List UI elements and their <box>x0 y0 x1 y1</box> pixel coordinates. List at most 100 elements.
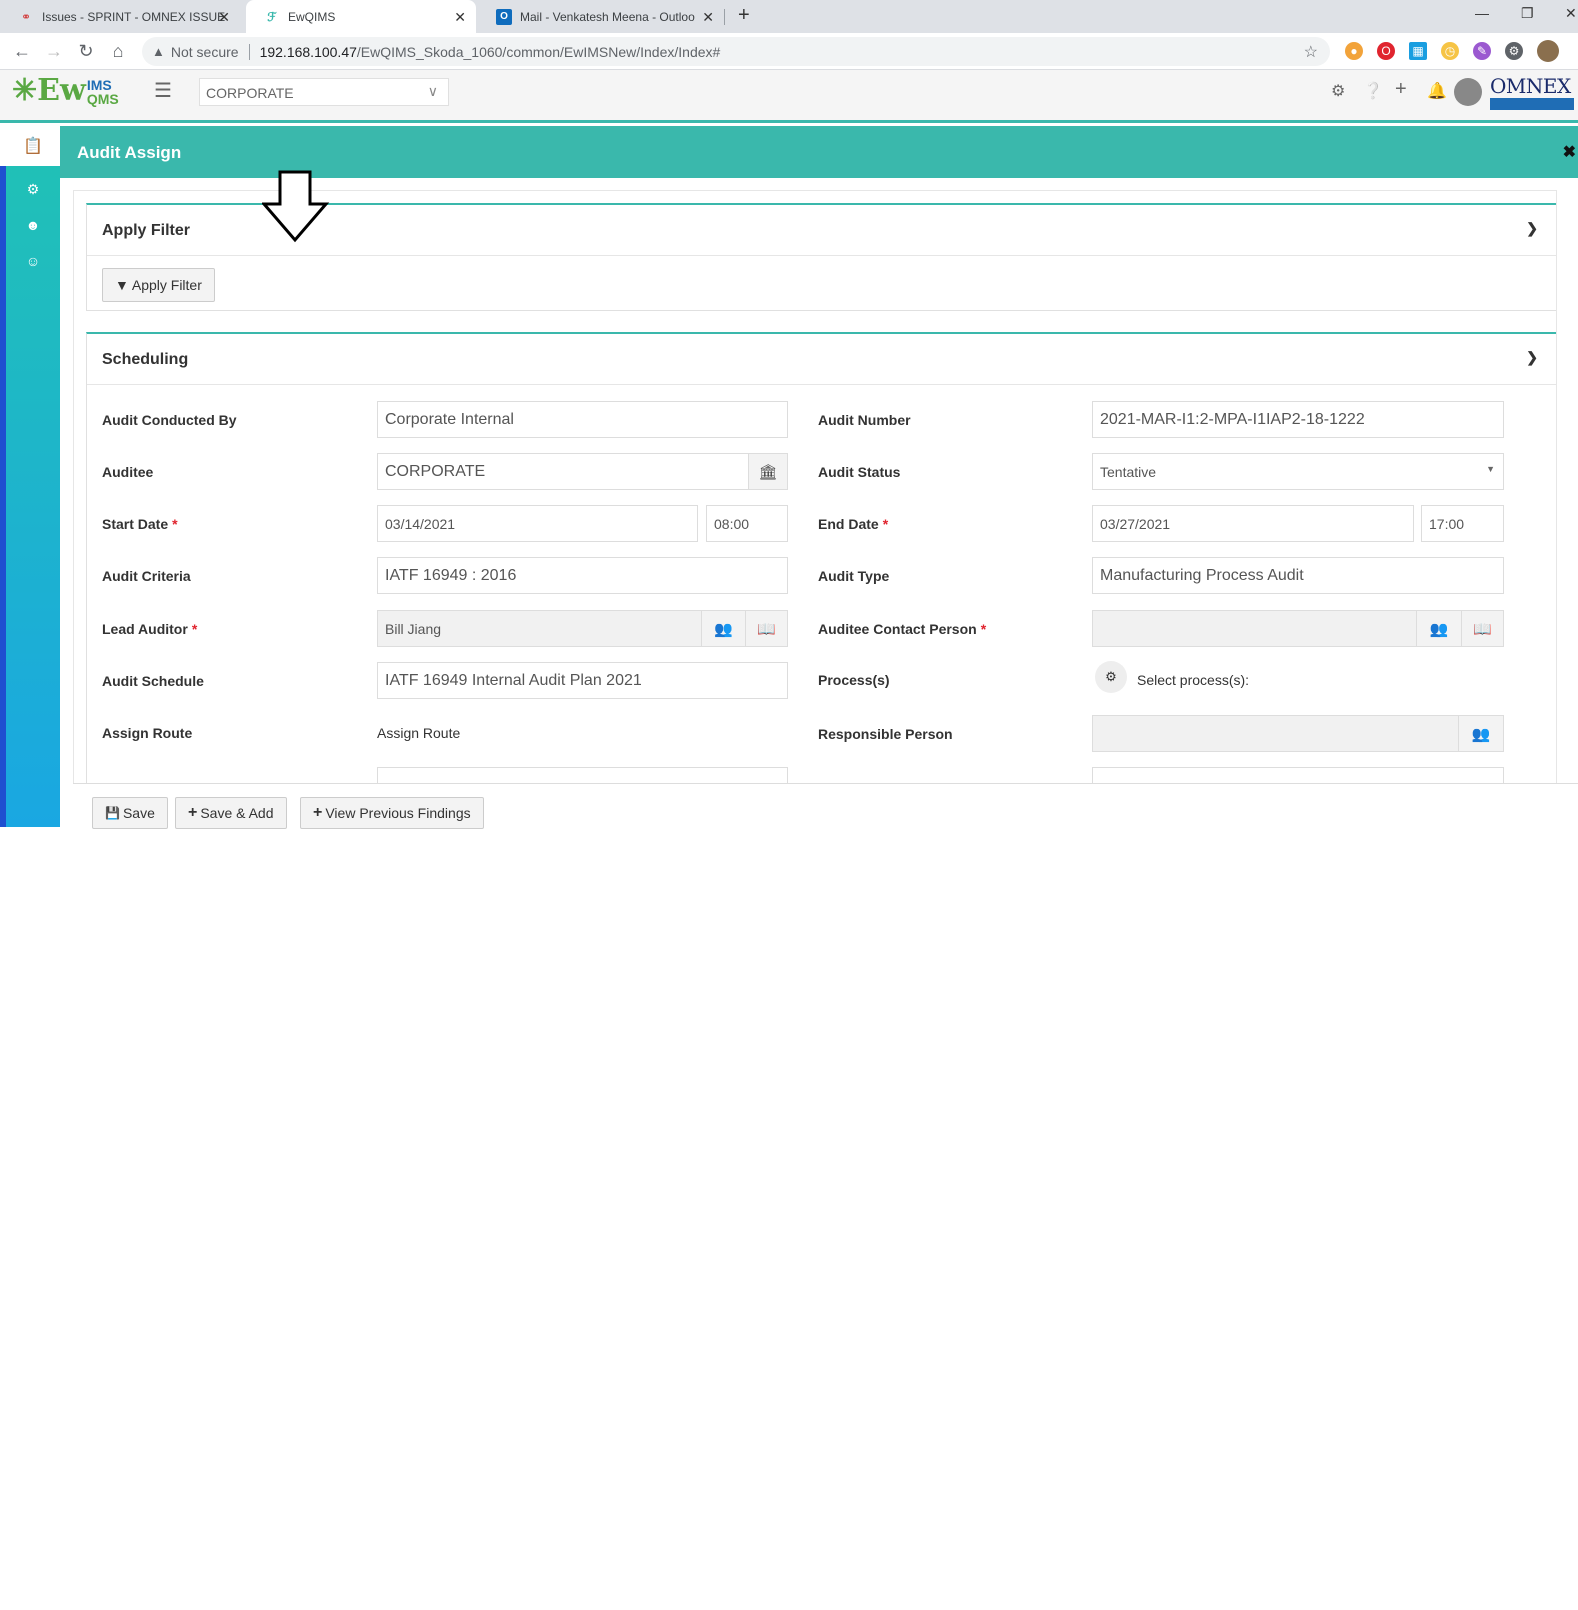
responsible-person-label: Responsible Person <box>818 726 953 742</box>
panel-body: Apply Filter ❯ ▼ Apply Filter Scheduling… <box>73 190 1557 783</box>
institution-icon[interactable]: 🏛 <box>748 453 788 490</box>
extensions-puzzle-icon[interactable]: ⚙ <box>1505 42 1523 60</box>
chevron-down-icon[interactable]: ❯ <box>1526 220 1538 237</box>
help-icon[interactable]: ❔ <box>1363 81 1383 101</box>
process-cogs-icon[interactable]: ⚙ <box>1095 661 1127 693</box>
extension-pen-icon[interactable]: ✎ <box>1473 42 1491 60</box>
end-time-field[interactable]: 17:00 <box>1421 505 1504 542</box>
view-previous-findings-button[interactable]: + View Previous Findings <box>300 797 484 829</box>
site-select[interactable]: CORPORATE ∨ <box>199 78 449 106</box>
user-group-icon[interactable]: 👥 <box>701 610 746 647</box>
tab-title: EwQIMS <box>288 9 336 24</box>
required-marker: * <box>191 621 198 637</box>
sidebar-item-user-settings[interactable]: ☺ <box>0 241 66 281</box>
logo-qms: QMS <box>86 91 119 107</box>
security-label: Not secure <box>170 43 239 60</box>
close-tab-icon[interactable]: ✕ <box>702 9 714 26</box>
separator <box>248 43 250 60</box>
close-window-icon[interactable]: ✕ <box>1565 5 1577 22</box>
auditee-contact-field[interactable] <box>1092 610 1417 647</box>
profile-avatar[interactable] <box>1537 40 1559 62</box>
plus-icon: + <box>188 804 198 821</box>
new-tab-button[interactable]: + <box>738 4 750 27</box>
jira-icon: ⚭ <box>20 9 32 24</box>
audit-type-field[interactable]: Manufacturing Process Audit <box>1092 557 1504 594</box>
save-icon: 💾 <box>105 806 120 820</box>
audit-conducted-by-field[interactable]: Corporate Internal <box>377 401 788 438</box>
user-group-icon[interactable]: 👥 <box>1458 715 1504 752</box>
chevron-down-icon: ∨ <box>427 83 438 99</box>
app-header: ✳ Ew IMS QMS ☰ CORPORATE ∨ ⚙ ❔ + 🔔 OMNEX <box>0 70 1578 123</box>
section-title: Apply Filter <box>102 222 191 239</box>
home-icon[interactable]: ⌂ <box>108 41 128 62</box>
hamburger-menu-icon[interactable]: ☰ <box>154 78 172 103</box>
audit-status-select[interactable]: Tentative ▼ <box>1092 453 1504 490</box>
sidebar-item-settings[interactable]: ⚙ <box>0 169 66 209</box>
reload-icon[interactable]: ↻ <box>76 41 96 62</box>
user-avatar[interactable] <box>1454 78 1482 106</box>
start-date-field[interactable]: 03/14/2021 <box>377 505 698 542</box>
required-marker: * <box>882 516 889 532</box>
close-tab-icon[interactable]: ✕ <box>454 9 466 26</box>
audit-schedule-label: Audit Schedule <box>102 673 204 689</box>
extension-windows-icon[interactable]: ▦ <box>1409 42 1427 60</box>
start-date-label-text: Start Date <box>102 516 169 532</box>
bookmark-star-icon[interactable]: ☆ <box>1304 42 1318 62</box>
scheduling-header[interactable]: Scheduling ❯ <box>87 334 1556 385</box>
tab-issues[interactable]: ⚭ Issues - SPRINT - OMNEX ISSUE ✕ <box>0 0 240 33</box>
minimize-icon[interactable]: — <box>1475 5 1489 21</box>
select-processes-link[interactable]: Select process(s): <box>1137 672 1249 688</box>
address-book-icon[interactable]: 📖 <box>1461 610 1504 647</box>
caret-down-icon: ▼ <box>1486 464 1495 474</box>
address-book-icon[interactable]: 📖 <box>745 610 788 647</box>
url-host: 192.168.100.47 <box>259 43 357 60</box>
next-row-field-right[interactable] <box>1092 767 1504 783</box>
save-button[interactable]: 💾 Save <box>92 797 168 829</box>
audit-schedule-field[interactable]: IATF 16949 Internal Audit Plan 2021 <box>377 662 788 699</box>
extension-clock-icon[interactable]: ◷ <box>1441 42 1459 60</box>
outlook-icon: O <box>496 8 512 25</box>
add-icon[interactable]: + <box>1395 78 1407 101</box>
tab-separator <box>724 9 725 25</box>
assign-route-value[interactable]: Assign Route <box>377 725 460 741</box>
sidebar-item-groups[interactable]: ☻ <box>0 205 66 245</box>
logo-suffix: IMS QMS <box>87 78 119 106</box>
forward-icon[interactable]: → <box>44 41 64 62</box>
auditee-label: Auditee <box>102 464 154 480</box>
save-label: Save <box>122 805 155 821</box>
tab-ewqims[interactable]: ℱ EwQIMS ✕ <box>246 0 476 33</box>
sidebar-item-audit[interactable]: 📋 <box>0 126 66 166</box>
left-sidebar: 📋 ⚙ ☻ ☺ <box>0 126 66 827</box>
audit-criteria-field[interactable]: IATF 16949 : 2016 <box>377 557 788 594</box>
audit-number-field[interactable]: 2021-MAR-I1:2-MPA-I1IAP2-18-1222 <box>1092 401 1504 438</box>
responsible-person-field[interactable] <box>1092 715 1459 752</box>
auditee-contact-label-text: Auditee Contact Person <box>818 621 977 637</box>
end-date-field[interactable]: 03/27/2021 <box>1092 505 1414 542</box>
user-group-icon[interactable]: 👥 <box>1416 610 1462 647</box>
audit-status-label: Audit Status <box>818 464 901 480</box>
processes-label: Process(s) <box>818 672 890 688</box>
chevron-down-icon[interactable]: ❯ <box>1526 349 1538 366</box>
notification-bell-icon[interactable]: 🔔 <box>1427 81 1447 101</box>
restore-icon[interactable]: ❐ <box>1521 5 1534 22</box>
lead-auditor-field[interactable]: Bill Jiang <box>377 610 702 647</box>
save-add-button[interactable]: + Save & Add <box>175 797 287 829</box>
audit-number-label: Audit Number <box>818 412 911 428</box>
start-time-field[interactable]: 08:00 <box>706 505 788 542</box>
tab-mail[interactable]: O Mail - Venkatesh Meena - Outloo ✕ <box>478 0 724 33</box>
address-bar[interactable]: ▲ Not secure 192.168.100.47/EwQIMS_Skoda… <box>142 37 1330 66</box>
settings-gear-icon[interactable]: ⚙ <box>1331 81 1345 101</box>
back-icon[interactable]: ← <box>12 41 32 62</box>
gear-icon: ⚙ <box>26 180 40 197</box>
extension-fire-icon[interactable]: ● <box>1345 42 1363 60</box>
auditee-field[interactable]: CORPORATE <box>377 453 749 490</box>
apply-filter-button[interactable]: ▼ Apply Filter <box>102 268 215 302</box>
audit-type-label: Audit Type <box>818 568 890 584</box>
required-marker: * <box>172 516 178 532</box>
close-tab-icon[interactable]: ✕ <box>218 9 230 26</box>
user-group-icon: ☻ <box>25 217 41 233</box>
extension-opera-icon[interactable]: O <box>1377 42 1395 60</box>
close-icon[interactable]: ✖ <box>1563 142 1576 162</box>
warning-icon: ▲ <box>152 44 165 59</box>
next-row-field-left[interactable] <box>377 767 788 783</box>
